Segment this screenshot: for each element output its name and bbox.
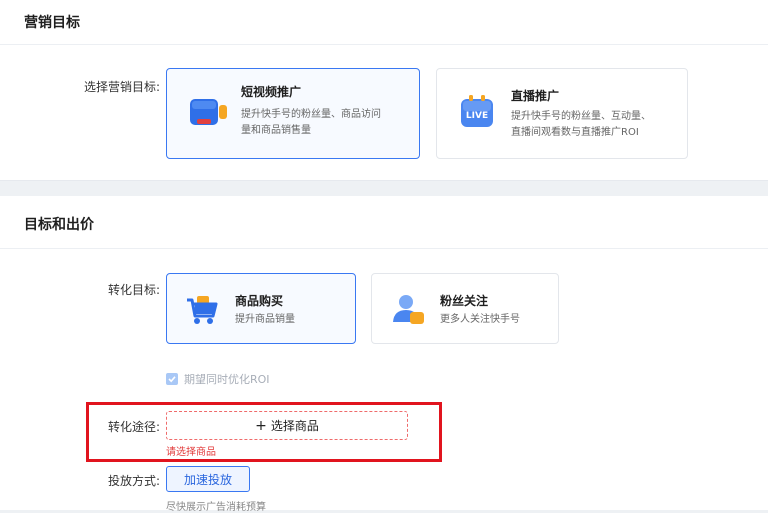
divider [0,248,768,249]
accelerated-delivery-button[interactable]: 加速投放 [166,466,250,492]
plus-icon: + [255,417,267,434]
conversion-path-label: 转化途径: [107,420,160,434]
card-title: 直播推广 [511,89,560,103]
video-camera-icon [189,97,229,133]
card-desc-line2: 量和商品销售量 [241,125,311,136]
card-desc: 更多人关注快手号 [440,314,520,325]
product-purchase-card[interactable]: 商品购买 提升商品销量 [166,273,356,344]
error-message: 请选择商品 [166,447,216,458]
select-product-button[interactable]: + 选择商品 [166,411,408,440]
live-icon-text: LIVE [466,111,488,121]
conversion-goal-label: 转化目标: [107,283,160,297]
live-promo-card[interactable]: LIVE 直播推广 提升快手号的粉丝量、互动量、 直播间观看数与直播推广ROI [436,68,688,159]
card-title: 粉丝关注 [440,294,489,308]
card-title: 商品购买 [235,294,284,308]
card-desc: 提升商品销量 [235,314,295,325]
short-video-promo-card[interactable]: 短视频推广 提升快手号的粉丝量、商品访问 量和商品销售量 [166,68,420,159]
delivery-method-label: 投放方式: [107,474,160,488]
select-product-label: 选择商品 [270,419,319,433]
roi-checkbox-label: 期望同时优化ROI [184,373,270,386]
marketing-section-title: 营销目标 [24,15,80,31]
delivery-description: 尽快展示广告消耗预算 [166,502,266,513]
card-title: 短视频推广 [241,85,302,99]
divider [0,44,768,45]
card-desc-line2: 直播间观看数与直播推广ROI [511,127,639,138]
marketing-goal-label: 选择营销目标: [83,80,160,94]
follower-icon [390,292,426,330]
roi-checkbox[interactable] [166,373,178,385]
follower-card[interactable]: 粉丝关注 更多人关注快手号 [371,273,559,344]
goal-bid-panel: 目标和出价 [0,196,768,510]
card-desc-line1: 提升快手号的粉丝量、商品访问 [241,109,381,120]
card-desc-line1: 提升快手号的粉丝量、互动量、 [511,111,651,122]
shopping-cart-icon [185,294,219,330]
roi-option[interactable]: 期望同时优化ROI [166,371,270,387]
live-icon: LIVE [459,95,495,133]
marketing-goal-panel: 营销目标 选择营销目标: 短视频推广 提升快手号的粉丝量、商品访问 量和商品销售… [0,0,768,181]
goal-section-title: 目标和出价 [24,217,94,233]
